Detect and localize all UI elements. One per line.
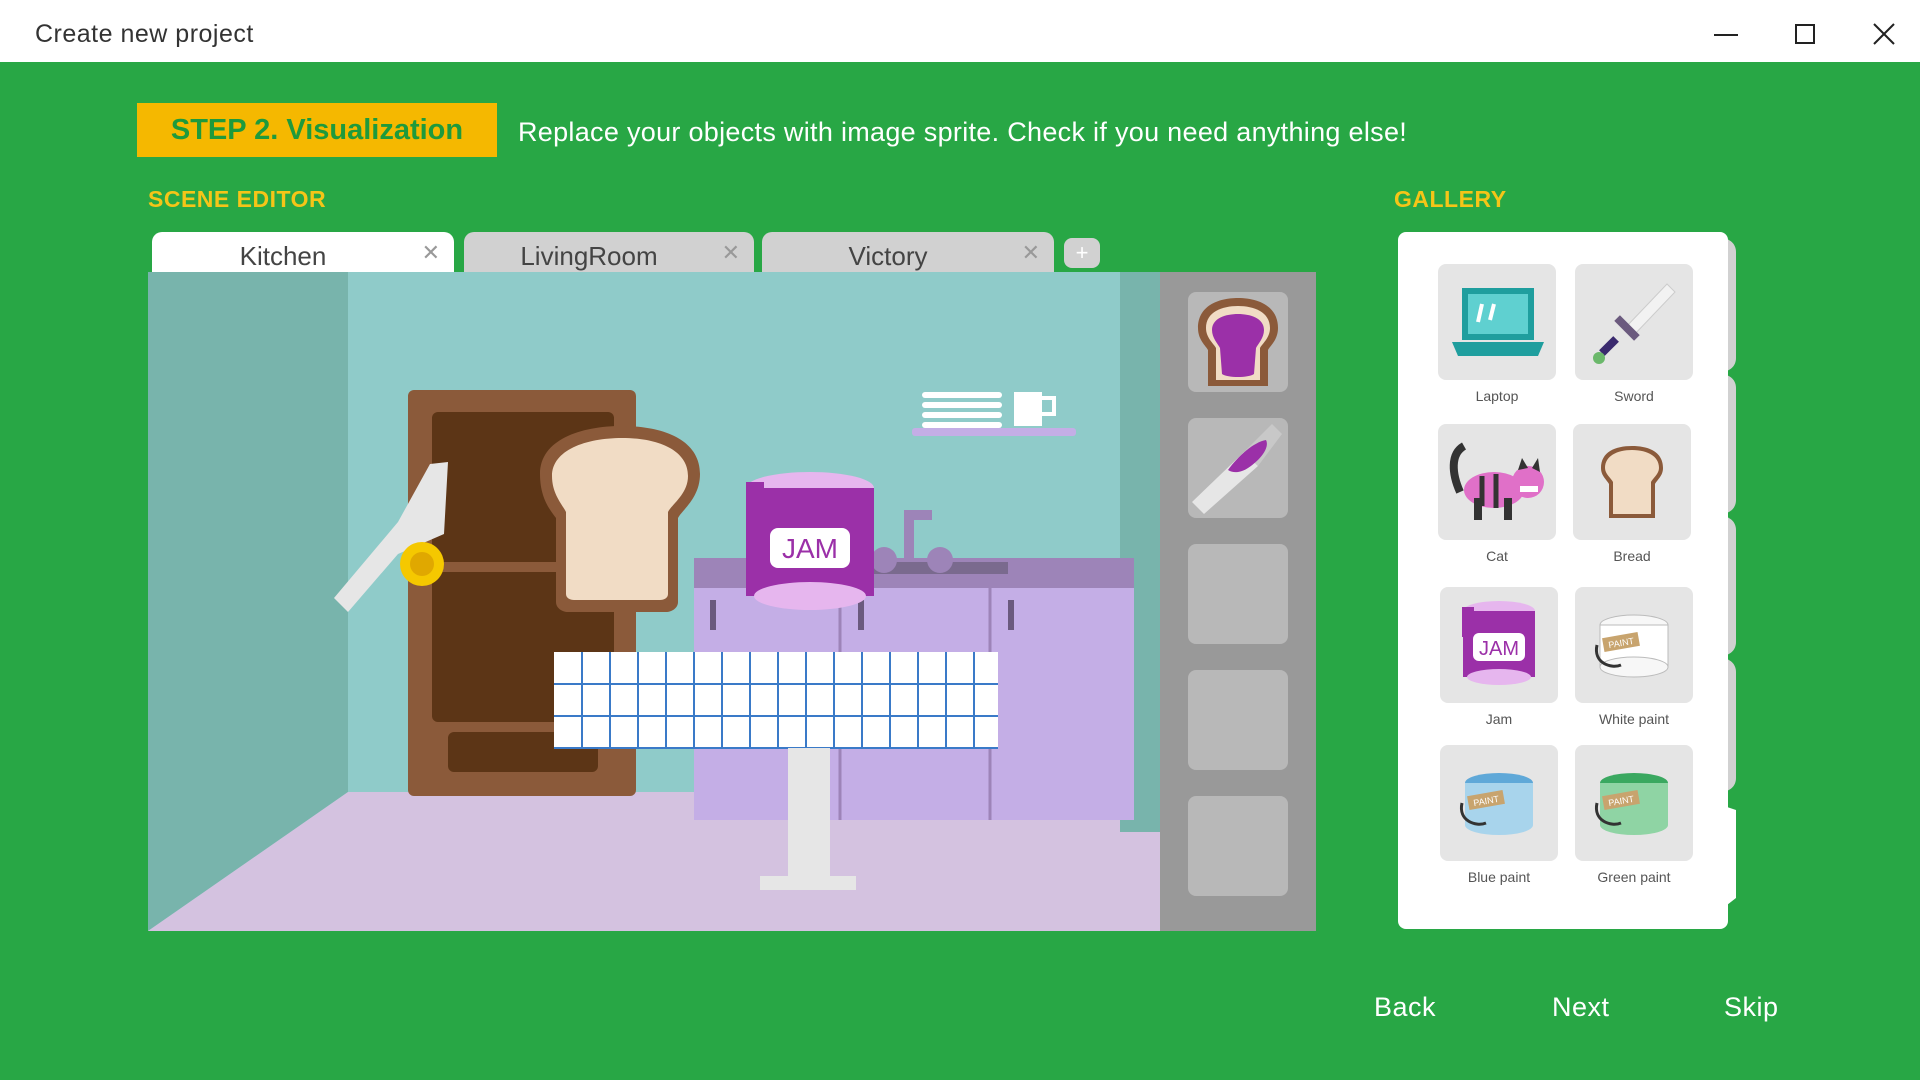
gallery-item-laptop[interactable]: Laptop xyxy=(1438,264,1556,404)
sprite-slot-knife[interactable] xyxy=(1188,418,1288,518)
step-description: Replace your objects with image sprite. … xyxy=(518,117,1408,147)
title-bar: Create new project xyxy=(0,0,1920,62)
gallery-item-label: Laptop xyxy=(1475,388,1519,404)
close-button[interactable] xyxy=(1866,16,1902,52)
gallery-item-label: Cat xyxy=(1486,548,1508,564)
tab-close-icon[interactable]: ✕ xyxy=(422,240,440,266)
tab-close-icon[interactable]: ✕ xyxy=(1022,240,1040,266)
gallery-item-label: White paint xyxy=(1598,711,1670,727)
tab-livingroom[interactable]: LivingRoom ✕ xyxy=(464,232,754,274)
gallery-item-jam[interactable]: JAM Jam xyxy=(1440,587,1558,727)
gallery-panel: Laptop Sword Cat Bread JAM Jam PAINT Whi… xyxy=(1398,232,1728,929)
tab-close-icon[interactable]: ✕ xyxy=(722,240,740,266)
gallery-item-label: Blue paint xyxy=(1467,869,1531,885)
gallery-item-white-paint[interactable]: PAINT White paint xyxy=(1575,587,1693,727)
laptop-icon xyxy=(1452,288,1544,356)
shelf xyxy=(912,428,1076,436)
tab-kitchen[interactable]: Kitchen ✕ xyxy=(152,232,454,274)
add-tab-button[interactable]: + xyxy=(1064,238,1100,268)
gallery-item-cat[interactable]: Cat xyxy=(1438,424,1556,564)
window-title: Create new project xyxy=(35,20,254,48)
close-icon xyxy=(1873,23,1895,45)
jam-toast-icon xyxy=(1198,298,1278,386)
sprite-slot-empty[interactable] xyxy=(1188,796,1288,896)
step-badge: STEP 2. Visualization xyxy=(137,103,497,157)
coin[interactable] xyxy=(400,542,444,586)
sprite-slot-empty[interactable] xyxy=(1188,544,1288,644)
maximize-button[interactable] xyxy=(1787,16,1823,52)
gallery-item-sword[interactable]: Sword xyxy=(1575,264,1693,404)
back-button[interactable]: Back xyxy=(1374,992,1436,1023)
cup xyxy=(1014,392,1056,426)
skip-button[interactable]: Skip xyxy=(1724,992,1779,1023)
gallery-item-bread[interactable]: Bread xyxy=(1573,424,1691,564)
tab-label: Kitchen xyxy=(239,241,327,271)
tab-label: Victory xyxy=(848,241,928,271)
scene-canvas[interactable]: JAM xyxy=(148,272,1316,931)
gallery-item-label: Bread xyxy=(1613,548,1651,564)
white-paint-icon: PAINT xyxy=(1594,614,1669,678)
cat-icon xyxy=(1449,442,1544,520)
minimize-icon xyxy=(1714,34,1738,36)
minimize-button[interactable] xyxy=(1708,16,1744,52)
sprite-slot-jam-toast[interactable] xyxy=(1188,292,1288,392)
bread[interactable] xyxy=(540,426,700,612)
gallery-label: GALLERY xyxy=(1394,186,1507,212)
sprite-slot-empty[interactable] xyxy=(1188,670,1288,770)
jam-label: JAM xyxy=(782,533,838,564)
sword-icon xyxy=(1593,283,1676,364)
next-button[interactable]: Next xyxy=(1552,992,1610,1023)
jam-label: JAM xyxy=(1479,638,1519,660)
tab-label: LivingRoom xyxy=(520,241,658,271)
gallery-item-label: Green paint xyxy=(1597,869,1671,885)
jam[interactable]: JAM xyxy=(746,472,874,610)
main-area: STEP 2. Visualization Replace your objec… xyxy=(0,62,1920,1080)
gallery-item-label: Jam xyxy=(1485,711,1513,727)
gallery-item-green-paint[interactable]: PAINT Green paint xyxy=(1575,745,1693,885)
bread-icon xyxy=(1601,446,1663,518)
maximize-icon xyxy=(1795,24,1815,44)
jam-icon: JAM xyxy=(1462,601,1535,685)
green-paint-icon: PAINT xyxy=(1594,773,1668,835)
knife-with-jam-icon xyxy=(1192,424,1282,514)
tab-victory[interactable]: Victory ✕ xyxy=(762,232,1054,274)
plates xyxy=(922,392,1002,428)
scene-editor-label: SCENE EDITOR xyxy=(148,186,327,212)
gallery-item-label: Sword xyxy=(1614,388,1654,404)
blue-paint-icon: PAINT xyxy=(1459,773,1533,835)
sprite-panel xyxy=(1160,272,1316,931)
gallery-item-blue-paint[interactable]: PAINT Blue paint xyxy=(1440,745,1558,885)
